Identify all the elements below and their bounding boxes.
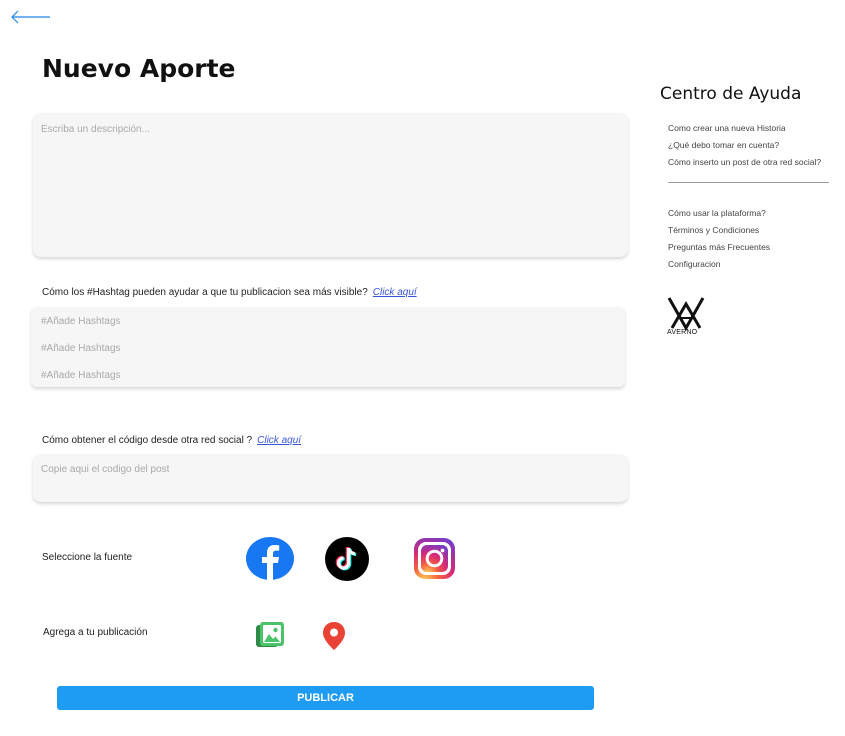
hashtag-question-text: Cómo los #Hashtag pueden ayudar a que tu… [42,287,368,298]
help-link-faq[interactable]: Preguntas más Frecuentes [668,242,770,252]
hashtags-card [31,307,625,387]
location-pin-icon[interactable] [322,621,346,651]
tiktok-icon[interactable] [325,537,369,581]
description-card [33,113,628,257]
instagram-icon[interactable] [413,537,456,580]
code-question: Cómo obtener el código desde otra red so… [42,435,301,446]
code-question-text: Cómo obtener el código desde otra red so… [42,435,253,446]
help-link-use-platform[interactable]: Cómo usar la plataforma? [668,208,766,218]
image-gallery-icon[interactable] [255,621,285,649]
help-link-considerations[interactable]: ¿Qué debo tomar en cuenta? [668,140,779,150]
hashtag-help-link[interactable]: Click aquí [373,287,417,298]
back-arrow-icon[interactable] [10,9,52,25]
code-help-link[interactable]: Click aquí [257,435,301,446]
post-code-input[interactable] [41,461,611,477]
help-divider [668,182,829,183]
hashtag-input-2[interactable] [41,339,601,357]
help-center-title: Centro de Ayuda [660,84,802,104]
hashtag-question: Cómo los #Hashtag pueden ayudar a que tu… [42,287,417,298]
source-label: Seleccione la fuente [42,552,133,563]
description-input[interactable] [33,113,628,257]
help-link-settings[interactable]: Configuracion [668,259,720,269]
logo-text: AVERNO [667,329,698,336]
hashtag-input-3[interactable] [41,366,601,384]
help-link-create-story[interactable]: Como crear una nueva Historia [668,123,786,133]
page-title: Nuevo Aporte [42,54,236,83]
help-link-terms[interactable]: Términos y Condiciones [668,225,759,235]
hashtag-input-1[interactable] [41,312,601,330]
facebook-icon[interactable] [246,537,294,580]
help-link-insert-post[interactable]: Cómo inserto un post de otra red social? [668,157,821,167]
publish-button[interactable]: PUBLICAR [57,686,594,710]
add-to-post-label: Agrega a tu publicación [43,627,148,638]
post-code-card [33,454,628,502]
